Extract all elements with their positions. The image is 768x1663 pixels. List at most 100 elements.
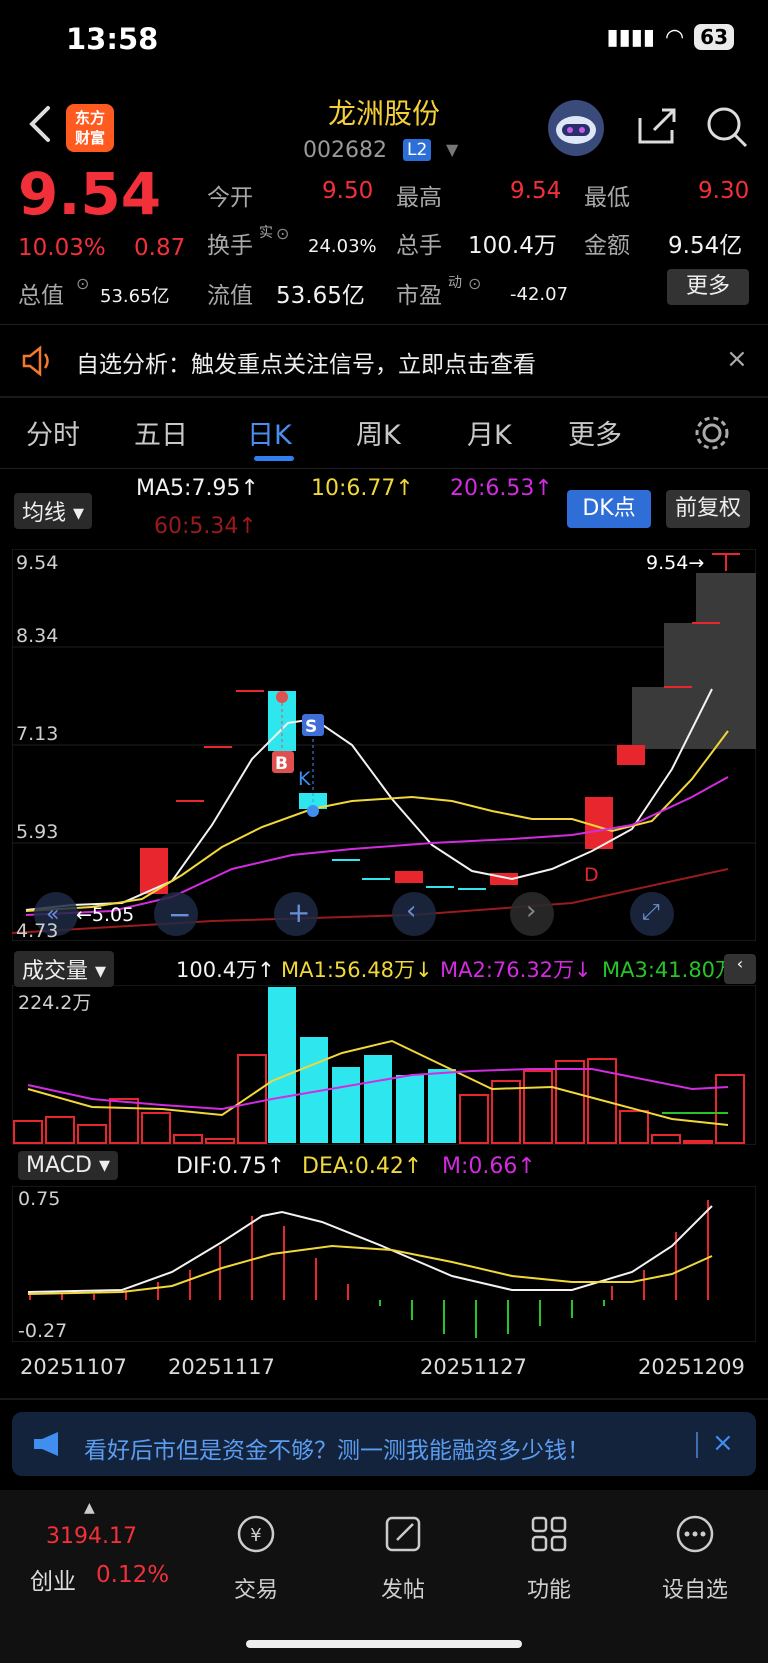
low-marker: ←5.05 bbox=[76, 904, 135, 926]
macd-chart[interactable] bbox=[12, 1186, 756, 1342]
volume-ma2: MA2:76.32万↓ bbox=[440, 958, 592, 982]
open-label: 今开 bbox=[207, 185, 253, 211]
assistant-robot-icon[interactable] bbox=[548, 100, 604, 156]
zoom-in-icon[interactable]: + bbox=[287, 896, 310, 929]
trade-icon[interactable]: ¥ bbox=[196, 1512, 316, 1560]
tab-five-day[interactable]: 五日 bbox=[134, 413, 188, 452]
prev-icon[interactable]: ‹ bbox=[406, 896, 416, 926]
macd-selector-label: MACD bbox=[26, 1153, 92, 1178]
battery-indicator: 63 bbox=[694, 24, 734, 50]
ma10-value: 10:6.77↑ bbox=[311, 476, 414, 501]
tab-intraday[interactable]: 分时 bbox=[26, 413, 80, 452]
index-pct[interactable]: 0.12% bbox=[96, 1562, 169, 1588]
l2-badge[interactable]: L2 bbox=[403, 139, 432, 161]
volume-ma1: MA1:56.48万↓ bbox=[281, 958, 433, 982]
pe-value: -42.07 bbox=[510, 284, 569, 305]
low-label: 最低 bbox=[584, 185, 630, 211]
date-label-3: 20251127 bbox=[420, 1355, 527, 1379]
y-label-2: 8.34 bbox=[16, 625, 59, 647]
change-value: 0.87 bbox=[134, 235, 186, 261]
fullscreen-icon[interactable]: ⤢ bbox=[642, 900, 660, 925]
tab-day-k[interactable]: 日K bbox=[247, 413, 292, 452]
stock-code: 002682 bbox=[303, 138, 387, 163]
macd-dea: DEA:0.42↑ bbox=[302, 1154, 423, 1179]
scroll-left-icon[interactable]: « bbox=[46, 902, 59, 927]
promo-text[interactable]: 看好后市但是资金不够？测一测我能融资多少钱！ bbox=[84, 1431, 590, 1465]
current-price: 9.54 bbox=[18, 160, 162, 228]
volume-ma3: MA3:41.80万 bbox=[602, 958, 737, 982]
search-icon[interactable] bbox=[704, 104, 750, 150]
caret-up-icon: ▲ bbox=[84, 1500, 95, 1516]
y-label-top: 9.54 bbox=[16, 552, 59, 574]
volume-today: 100.4万↑ bbox=[176, 958, 275, 982]
promo-divider bbox=[696, 1432, 698, 1458]
status-icons: ▮▮▮▮ ◠ 63 bbox=[607, 24, 734, 50]
dk-point-button[interactable]: DK点 bbox=[567, 490, 651, 528]
turnover-value: 24.03% bbox=[308, 236, 377, 257]
signal-k[interactable]: K bbox=[298, 768, 310, 790]
ma5-value: MA5:7.95↑ bbox=[136, 476, 259, 501]
change-pct: 10.03% bbox=[18, 235, 106, 261]
date-label-1: 20251107 bbox=[20, 1355, 127, 1379]
float-value: 53.65亿 bbox=[276, 283, 365, 309]
post-icon[interactable] bbox=[343, 1512, 463, 1560]
status-time: 13:58 bbox=[66, 22, 159, 56]
alert-text[interactable]: 自选分析：触发重点关注信号，立即点击查看 bbox=[76, 345, 536, 379]
volume-y-label: 224.2万 bbox=[18, 992, 92, 1014]
y-label-3: 7.13 bbox=[16, 723, 59, 745]
y-label-4: 5.93 bbox=[16, 821, 59, 843]
macd-y-bottom: -0.27 bbox=[18, 1320, 68, 1342]
signal-b[interactable]: B bbox=[275, 754, 288, 774]
volume-selector[interactable]: 成交量 ▾ bbox=[14, 951, 115, 987]
macd-selector[interactable]: MACD ▾ bbox=[18, 1151, 118, 1180]
high-label: 最高 bbox=[396, 185, 442, 211]
index-value[interactable]: 3194.17 bbox=[46, 1524, 137, 1549]
nav-post[interactable]: 发帖 bbox=[343, 1572, 463, 1604]
adjust-button[interactable]: 前复权 bbox=[666, 490, 750, 528]
chevron-down-icon[interactable]: ▼ bbox=[446, 140, 458, 159]
close-icon[interactable]: × bbox=[726, 344, 748, 374]
signal-s[interactable]: S bbox=[305, 717, 317, 737]
function-icon[interactable] bbox=[489, 1512, 609, 1560]
megaphone-icon bbox=[34, 1432, 58, 1456]
ma60-value: 60:5.34↑ bbox=[154, 514, 257, 539]
home-indicator bbox=[246, 1640, 522, 1648]
open-value: 9.50 bbox=[322, 178, 374, 204]
tab-week-k[interactable]: 周K bbox=[356, 413, 401, 452]
tab-month-k[interactable]: 月K bbox=[467, 413, 512, 452]
float-label: 流值 bbox=[207, 283, 253, 309]
volume-value: 100.4万 bbox=[468, 233, 557, 259]
mktcap-label: 总值 bbox=[18, 283, 64, 309]
kline-chart[interactable] bbox=[12, 549, 756, 941]
amount-value: 9.54亿 bbox=[668, 233, 743, 259]
volume-label: 总手 bbox=[396, 233, 442, 259]
next-icon[interactable]: › bbox=[526, 896, 536, 926]
speaker-icon bbox=[22, 345, 49, 377]
collapse-icon[interactable]: ‹ bbox=[724, 954, 756, 984]
volume-chart[interactable] bbox=[12, 985, 756, 1145]
nav-function[interactable]: 功能 bbox=[489, 1572, 609, 1604]
index-name[interactable]: 创业 bbox=[30, 1562, 76, 1596]
amount-label: 金额 bbox=[584, 233, 630, 259]
tab-more[interactable]: 更多 bbox=[568, 413, 622, 452]
nav-watchlist[interactable]: 设自选 bbox=[635, 1572, 755, 1604]
signal-icon: ▮▮▮▮ bbox=[606, 24, 655, 50]
info-icon[interactable]: ⊙ bbox=[76, 274, 89, 293]
share-icon[interactable] bbox=[634, 104, 678, 148]
nav-trade[interactable]: 交易 bbox=[196, 1572, 316, 1604]
turnover-label: 换手 bbox=[207, 233, 253, 259]
info-icon[interactable]: ⊙ bbox=[468, 274, 481, 293]
low-value: 9.30 bbox=[698, 178, 750, 204]
svg-text:¥: ¥ bbox=[250, 1525, 261, 1546]
signal-d[interactable]: D bbox=[584, 864, 599, 886]
pe-sup: 动 bbox=[448, 275, 462, 291]
gear-icon[interactable] bbox=[693, 414, 731, 452]
zoom-out-icon[interactable]: − bbox=[168, 898, 191, 931]
more-button[interactable]: 更多 bbox=[667, 269, 749, 305]
macd-y-top: 0.75 bbox=[18, 1188, 61, 1210]
info-icon[interactable]: ⊙ bbox=[276, 224, 289, 243]
close-icon[interactable]: × bbox=[712, 1428, 734, 1458]
more-dots-icon[interactable] bbox=[635, 1512, 755, 1560]
ma-selector[interactable]: 均线 ▾ bbox=[14, 493, 93, 529]
ma20-value: 20:6.53↑ bbox=[450, 476, 553, 501]
